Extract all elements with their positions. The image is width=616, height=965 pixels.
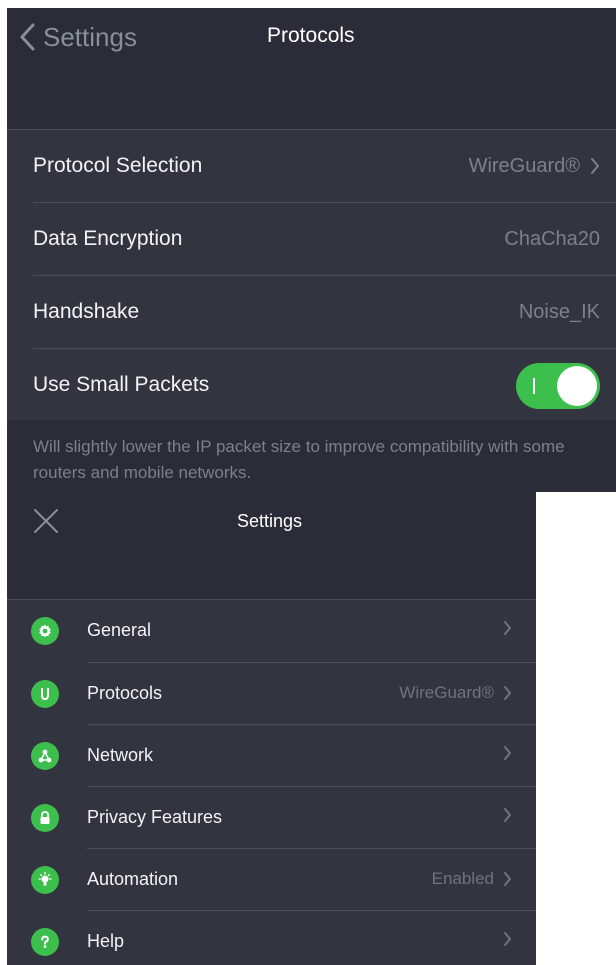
settings-item-label: Help	[87, 931, 125, 951]
protocols-icon	[31, 680, 59, 708]
settings-item-label: Network	[87, 745, 154, 765]
row-value: Noise_IK	[518, 300, 600, 323]
toggle-knob	[557, 366, 597, 406]
row-label: Data Encryption	[33, 227, 183, 250]
use-small-packets-row: Use Small Packets	[7, 349, 616, 421]
settings-item-value-group	[494, 807, 512, 823]
row-label: Use Small Packets	[33, 373, 210, 396]
handshake-row: Handshake Noise_IK	[7, 276, 616, 348]
settings-item-network[interactable]: Network	[7, 725, 536, 787]
settings-item-value-group	[494, 620, 512, 636]
protocol-selection-row[interactable]: Protocol Selection WireGuard®	[7, 130, 616, 202]
row-value: ChaCha20	[504, 227, 600, 250]
settings-item-value-group: Enabled	[432, 869, 512, 889]
navigation-bar: Settings Protocols	[7, 8, 616, 130]
settings-item-protocols[interactable]: Protocols WireGuard®	[7, 663, 536, 725]
settings-item-privacy-features[interactable]: Privacy Features	[7, 787, 536, 849]
lightbulb-icon	[31, 866, 59, 894]
settings-screen: Settings General Protocols WireGuard® Ne…	[7, 484, 536, 965]
settings-item-value: WireGuard®	[399, 683, 494, 702]
chevron-right-icon	[591, 158, 599, 174]
chevron-right-icon	[504, 872, 511, 886]
settings-item-label: Protocols	[87, 683, 163, 703]
settings-item-help[interactable]: Help	[7, 911, 536, 965]
chevron-right-icon	[504, 746, 511, 760]
settings-item-label: Privacy Features	[87, 807, 223, 827]
row-label: Protocol Selection	[33, 154, 203, 177]
settings-item-value: Enabled	[431, 869, 494, 888]
toggle-on-indicator	[533, 378, 535, 394]
data-encryption-row: Data Encryption ChaCha20	[7, 203, 616, 275]
footnote-area: Will slightly lower the IP packet size t…	[7, 420, 616, 492]
settings-item-value-group	[494, 931, 512, 947]
gear-icon	[31, 617, 59, 645]
navigation-bar: Settings	[7, 484, 536, 600]
row-value-group: WireGuard®	[469, 155, 600, 178]
page-title: Settings	[237, 511, 303, 531]
small-packets-toggle[interactable]	[516, 363, 600, 409]
protocols-screen: Settings Protocols Protocol Selection Wi…	[7, 8, 616, 492]
row-label: Handshake	[33, 300, 140, 323]
chevron-right-icon	[504, 686, 511, 700]
settings-item-value-group	[494, 745, 512, 761]
help-icon	[31, 928, 59, 956]
chevron-right-icon	[504, 932, 511, 946]
chevron-right-icon	[504, 621, 511, 635]
chevron-left-icon	[20, 23, 35, 51]
lock-icon	[31, 804, 59, 832]
close-icon[interactable]	[33, 508, 59, 534]
row-value: WireGuard®	[468, 154, 580, 177]
page-title: Protocols	[267, 24, 355, 47]
settings-item-label: Automation	[87, 869, 179, 889]
back-button[interactable]: Settings	[19, 22, 137, 52]
network-icon	[31, 742, 59, 770]
settings-item-general[interactable]: General	[7, 600, 536, 662]
settings-item-value-group: WireGuard®	[399, 683, 512, 703]
chevron-right-icon	[504, 808, 511, 822]
settings-item-automation[interactable]: Automation Enabled	[7, 849, 536, 911]
settings-item-label: General	[87, 620, 152, 640]
footnote-text: Will slightly lower the IP packet size t…	[33, 437, 565, 482]
back-button-label: Settings	[43, 21, 137, 52]
